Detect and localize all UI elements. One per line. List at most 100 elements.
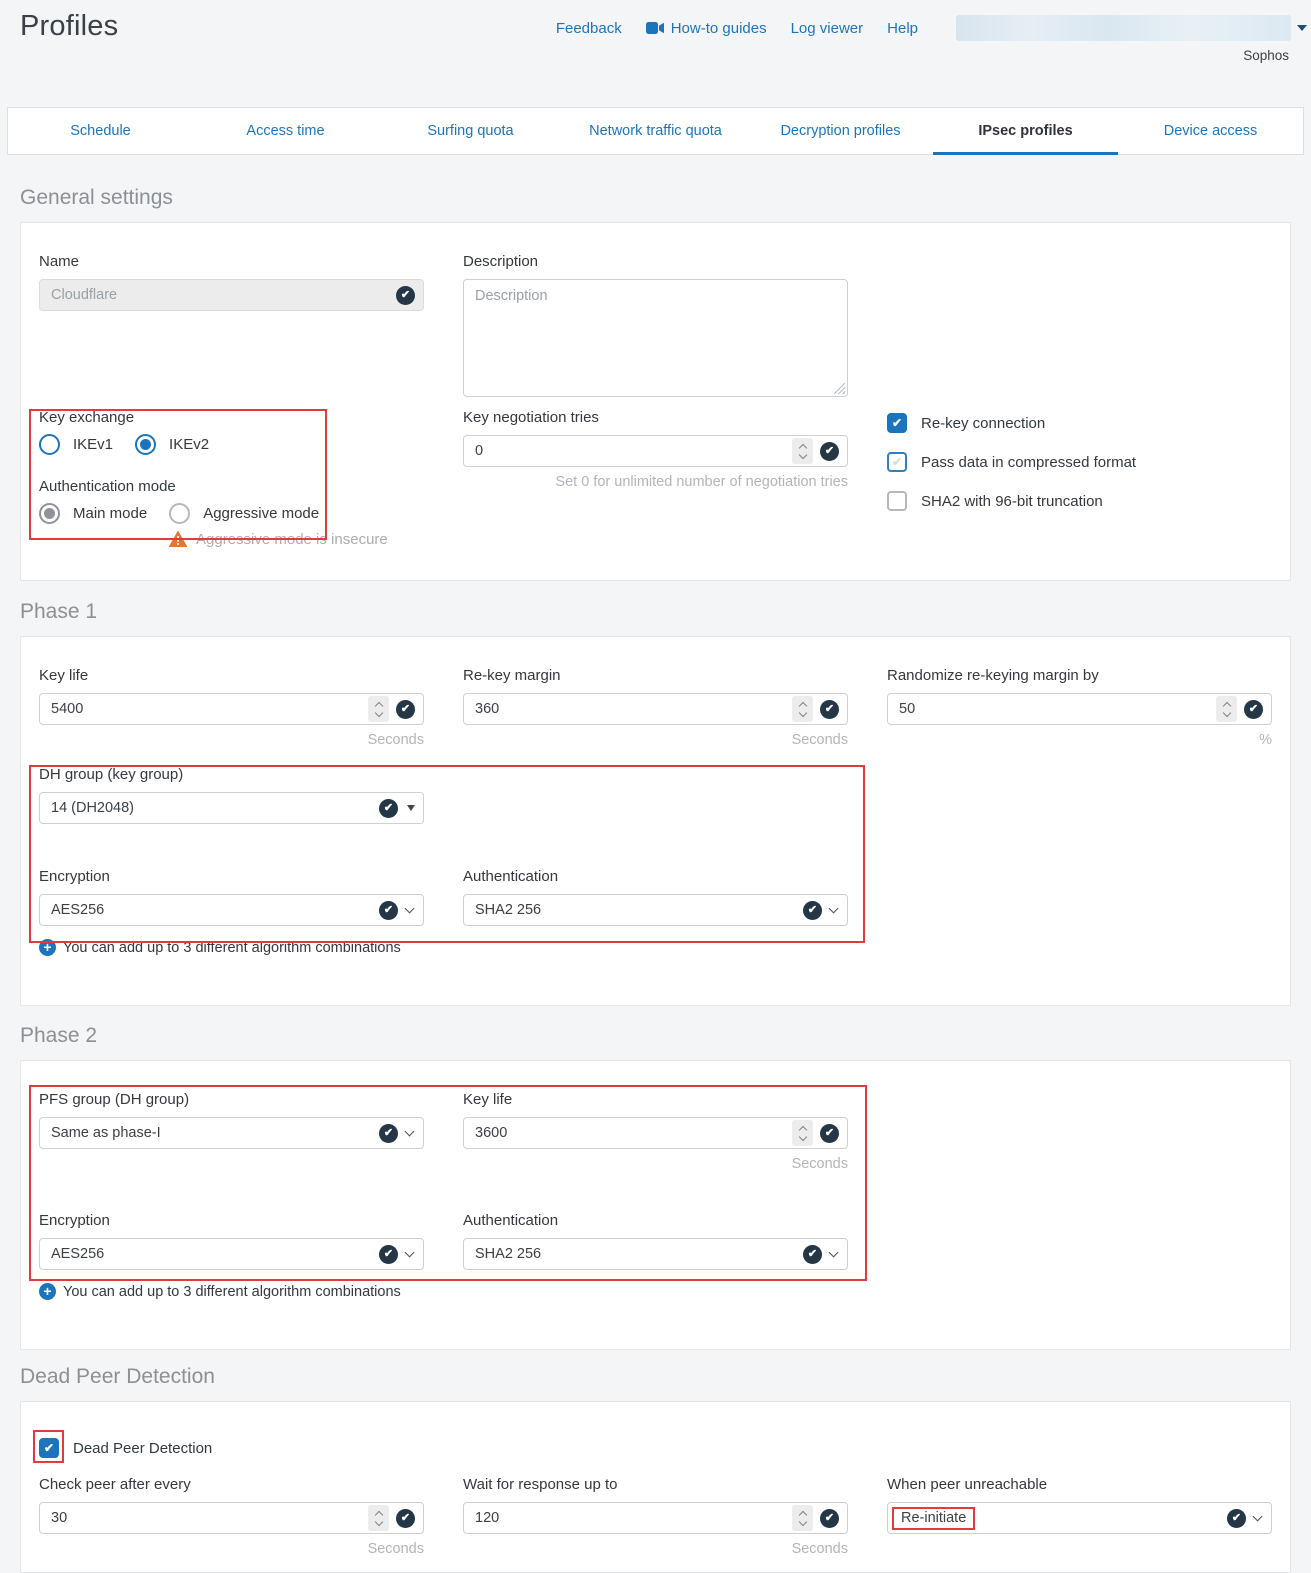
key-life-group: Key life 5400 Seconds <box>39 667 424 748</box>
when-unreachable-select[interactable]: Re-initiate <box>887 1502 1272 1534</box>
tab-access-time[interactable]: Access time <box>193 108 378 154</box>
phase1-card: Key life 5400 Seconds Re-key margin 360 … <box>20 636 1291 1006</box>
phase2-add-combination[interactable]: You can add up to 3 different algorithm … <box>39 1283 1272 1300</box>
resize-handle[interactable] <box>834 383 845 394</box>
sha2-96bit-truncation-checkbox: SHA2 with 96-bit truncation <box>887 489 1272 513</box>
when-unreachable-value: Re-initiate <box>892 1507 975 1530</box>
stepper-up-down-icon[interactable] <box>368 1505 389 1531</box>
plus-circle-icon[interactable] <box>39 939 56 956</box>
check-circle-icon <box>820 1124 839 1143</box>
check-circle-icon <box>379 1245 398 1264</box>
wait-response-label: Wait for response up to <box>463 1476 848 1493</box>
check-circle-icon <box>396 286 415 305</box>
check-peer-unit: Seconds <box>39 1541 424 1557</box>
stepper-up-down-icon[interactable] <box>1216 696 1237 722</box>
chevron-down-icon <box>405 1247 415 1257</box>
check-circle-icon <box>379 799 398 818</box>
phase1-add-combination[interactable]: You can add up to 3 different algorithm … <box>39 939 1272 956</box>
rekey-margin-input[interactable]: 360 <box>463 693 848 725</box>
radio-ikev1[interactable]: IKEv1 <box>39 434 113 455</box>
pass-data-compressed-checkbox[interactable]: Pass data in compressed format <box>887 450 1272 474</box>
tab-network-traffic-quota[interactable]: Network traffic quota <box>563 108 748 154</box>
check-circle-icon <box>820 1509 839 1528</box>
checkbox-disabled-icon <box>887 491 907 511</box>
authentication-label: Authentication <box>463 868 848 885</box>
stepper-up-down-icon[interactable] <box>792 1505 813 1531</box>
plus-circle-icon[interactable] <box>39 1283 56 1300</box>
description-textarea[interactable]: Description <box>463 279 848 397</box>
authentication-label: Authentication <box>463 1212 848 1229</box>
chevron-down-icon <box>829 1247 839 1257</box>
help-link[interactable]: Help <box>887 20 918 37</box>
phase2-authentication-select[interactable]: SHA2 256 <box>463 1238 848 1270</box>
warning-triangle-icon <box>169 531 187 547</box>
key-exchange-label: Key exchange <box>39 409 424 426</box>
dpd-card: Dead Peer Detection Check peer after eve… <box>20 1401 1291 1573</box>
radio-ikev2[interactable]: IKEv2 <box>135 434 209 455</box>
tab-decryption-profiles[interactable]: Decryption profiles <box>748 108 933 154</box>
stepper-up-down-icon[interactable] <box>792 1120 813 1146</box>
tab-device-access[interactable]: Device access <box>1118 108 1303 154</box>
key-negotiation-help: Set 0 for unlimited number of negotiatio… <box>463 474 848 490</box>
account-selector[interactable] <box>956 15 1291 41</box>
phase2-key-life-input[interactable]: 3600 <box>463 1117 848 1149</box>
chevron-down-icon <box>405 903 415 913</box>
phase2-encryption-select[interactable]: AES256 <box>39 1238 424 1270</box>
randomize-margin-label: Randomize re-keying margin by <box>887 667 1272 684</box>
phase2-encryption-group: Encryption AES256 <box>39 1212 424 1270</box>
pfs-group-select[interactable]: Same as phase-I <box>39 1117 424 1149</box>
key-life-unit: Seconds <box>39 732 424 748</box>
stepper-up-down-icon[interactable] <box>792 438 813 464</box>
phase1-encryption-group: Encryption AES256 <box>39 868 424 926</box>
chevron-down-icon <box>829 903 839 913</box>
aggressive-mode-warning: Aggressive mode is insecure <box>169 529 424 549</box>
check-circle-icon <box>396 1509 415 1528</box>
checkbox-icon <box>887 452 907 472</box>
phase2-authentication-group: Authentication SHA2 256 <box>463 1212 848 1270</box>
tab-surfing-quota[interactable]: Surfing quota <box>378 108 563 154</box>
radio-aggressive-mode: Aggressive mode <box>169 503 319 524</box>
when-unreachable-label: When peer unreachable <box>887 1476 1272 1493</box>
checkbox-checked-icon <box>887 413 907 433</box>
rekey-margin-unit: Seconds <box>463 732 848 748</box>
top-bar: Profiles Feedback How-to guides Log view… <box>0 0 1311 107</box>
feedback-link[interactable]: Feedback <box>556 20 622 37</box>
phase2-heading: Phase 2 <box>20 1024 1291 1048</box>
tab-schedule[interactable]: Schedule <box>8 108 193 154</box>
general-settings-card: Name Cloudflare Description Description … <box>20 222 1291 581</box>
check-peer-group: Check peer after every 30 Seconds <box>39 1476 424 1557</box>
check-circle-icon <box>820 442 839 461</box>
randomize-margin-input[interactable]: 50 <box>887 693 1272 725</box>
rekey-connection-checkbox[interactable]: Re-key connection <box>887 411 1272 435</box>
phase2-key-life-unit: Seconds <box>463 1156 848 1172</box>
key-life-label: Key life <box>39 667 424 684</box>
check-circle-icon <box>803 901 822 920</box>
rekey-margin-label: Re-key margin <box>463 667 848 684</box>
howto-guides-link[interactable]: How-to guides <box>646 20 767 37</box>
profile-tabs: Schedule Access time Surfing quota Netwo… <box>7 107 1304 155</box>
wait-response-input[interactable]: 120 <box>463 1502 848 1534</box>
dh-group-select[interactable]: 14 (DH2048) <box>39 792 424 824</box>
caret-down-icon <box>1297 25 1307 31</box>
name-input: Cloudflare <box>39 279 424 311</box>
phase1-encryption-select[interactable]: AES256 <box>39 894 424 926</box>
key-negotiation-input[interactable]: 0 <box>463 435 848 467</box>
dpd-heading: Dead Peer Detection <box>20 1365 1291 1389</box>
log-viewer-link[interactable]: Log viewer <box>791 20 864 37</box>
check-circle-icon <box>379 1124 398 1143</box>
check-circle-icon <box>803 1245 822 1264</box>
auth-mode-label: Authentication mode <box>39 478 424 495</box>
wait-response-unit: Seconds <box>463 1541 848 1557</box>
check-circle-icon <box>379 901 398 920</box>
dpd-enable-checkbox[interactable]: Dead Peer Detection <box>39 1436 1272 1460</box>
phase2-card: PFS group (DH group) Same as phase-I Key… <box>20 1060 1291 1350</box>
tab-ipsec-profiles[interactable]: IPsec profiles <box>933 108 1118 154</box>
stepper-up-down-icon[interactable] <box>368 696 389 722</box>
check-circle-icon <box>1244 700 1263 719</box>
check-peer-input[interactable]: 30 <box>39 1502 424 1534</box>
key-negotiation-label: Key negotiation tries <box>463 409 848 426</box>
encryption-label: Encryption <box>39 868 424 885</box>
phase1-authentication-select[interactable]: SHA2 256 <box>463 894 848 926</box>
stepper-up-down-icon[interactable] <box>792 696 813 722</box>
key-life-input[interactable]: 5400 <box>39 693 424 725</box>
